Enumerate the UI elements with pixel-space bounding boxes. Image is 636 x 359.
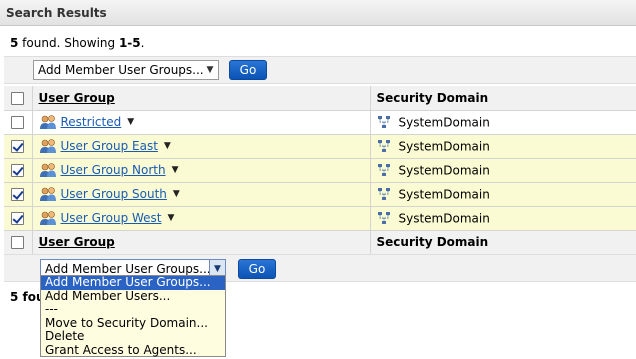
user-group-cell: Restricted ▼ <box>32 110 371 135</box>
user-group-link[interactable]: User Group West <box>61 211 162 225</box>
dropdown-option[interactable]: --- <box>41 302 225 317</box>
table-footer-row: User Group Security Domain <box>4 230 636 255</box>
select-all-checkbox[interactable] <box>11 91 24 105</box>
user-group-column-footer[interactable]: User Group <box>32 230 371 255</box>
user-group-link[interactable]: User Group East <box>61 139 158 153</box>
security-domain-cell: SystemDomain <box>370 182 636 207</box>
user-group-link[interactable]: Restricted <box>61 115 122 129</box>
row-menu-caret-icon[interactable]: ▼ <box>172 165 179 175</box>
row-checkbox[interactable] <box>11 164 24 177</box>
user-group-cell: User Group North ▼ <box>32 158 371 183</box>
bottom-go-button[interactable]: Go <box>238 259 276 279</box>
results-range: 1-5 <box>118 36 141 50</box>
row-select-cell <box>4 206 33 231</box>
bottom-action-select-value: Add Member User Groups... <box>45 262 211 276</box>
security-domain-cell: SystemDomain <box>370 158 636 183</box>
row-checkbox[interactable] <box>11 188 24 201</box>
security-domain-icon <box>377 163 391 177</box>
security-domain-text: SystemDomain <box>398 115 490 130</box>
row-select-cell <box>4 158 33 183</box>
user-group-icon <box>39 186 57 202</box>
row-menu-caret-icon[interactable]: ▼ <box>173 189 180 199</box>
user-group-cell: User Group South ▼ <box>32 182 371 207</box>
security-domain-icon <box>377 211 391 225</box>
table-row: User Group South ▼ SystemDomain <box>4 182 636 207</box>
row-select-cell <box>4 110 33 135</box>
user-group-cell: User Group East ▼ <box>32 134 371 159</box>
select-all-cell-footer <box>4 230 33 255</box>
table-body: Restricted ▼ SystemDomain User Group East ▼ S… <box>4 110 636 231</box>
user-group-icon <box>39 138 57 154</box>
security-domain-icon <box>377 115 391 129</box>
dropdown-option[interactable]: Move to Security Domain... <box>41 316 225 331</box>
row-checkbox[interactable] <box>11 116 24 129</box>
security-domain-text: SystemDomain <box>398 163 490 178</box>
user-group-icon <box>39 114 57 130</box>
security-domain-icon <box>377 139 391 153</box>
dropdown-option[interactable]: Add Member User Groups... <box>41 275 225 290</box>
select-all-checkbox-footer[interactable] <box>11 236 24 249</box>
security-domain-text: SystemDomain <box>398 211 490 226</box>
security-domain-cell: SystemDomain <box>370 134 636 159</box>
row-menu-caret-icon[interactable]: ▼ <box>164 141 171 151</box>
user-group-link[interactable]: User Group South <box>61 187 167 201</box>
security-domain-text: SystemDomain <box>398 139 490 154</box>
table-header-row: User Group Security Domain <box>4 86 636 111</box>
table-row: User Group West ▼ SystemDomain <box>4 206 636 231</box>
user-group-cell: User Group West ▼ <box>32 206 371 231</box>
dropdown-option[interactable]: Delete <box>41 329 225 344</box>
top-go-button[interactable]: Go <box>229 60 267 80</box>
dropdown-option[interactable]: Grant Access to Agents... <box>41 343 225 358</box>
security-domain-icon <box>377 187 391 201</box>
row-checkbox[interactable] <box>11 140 24 153</box>
results-found-text: found. Showing <box>18 36 119 50</box>
user-group-column-header[interactable]: User Group <box>32 86 371 111</box>
results-summary: 5 found. Showing 1-5. <box>10 36 144 50</box>
row-select-cell <box>4 182 33 207</box>
security-domain-cell: SystemDomain <box>370 110 636 135</box>
user-group-link[interactable]: User Group North <box>61 163 166 177</box>
row-menu-caret-icon[interactable]: ▼ <box>168 213 175 223</box>
user-group-icon <box>39 162 57 178</box>
dropdown-option[interactable]: Add Member Users... <box>41 289 225 304</box>
row-checkbox[interactable] <box>11 212 24 225</box>
row-select-cell <box>4 134 33 159</box>
user-group-icon <box>39 210 57 226</box>
select-all-cell <box>4 86 33 111</box>
chevron-down-icon: ▼ <box>206 65 214 75</box>
table-row: Restricted ▼ SystemDomain <box>4 110 636 135</box>
panel-title: Search Results <box>0 0 636 26</box>
security-domain-column-header: Security Domain <box>370 86 636 111</box>
results-table: User Group Security Domain Restricted ▼ Sy… <box>4 86 636 255</box>
row-menu-caret-icon[interactable]: ▼ <box>127 117 134 127</box>
security-domain-text: SystemDomain <box>398 187 490 202</box>
top-action-select-value: Add Member User Groups... <box>38 63 204 77</box>
top-action-bar: Add Member User Groups... ▼ Go <box>4 56 636 84</box>
top-action-select[interactable]: Add Member User Groups... ▼ <box>33 60 219 80</box>
table-row: User Group North ▼ SystemDomain <box>4 158 636 183</box>
action-dropdown-list: Add Member User Groups... Add Member User… <box>40 275 226 357</box>
security-domain-column-footer: Security Domain <box>370 230 636 255</box>
table-row: User Group East ▼ SystemDomain <box>4 134 636 159</box>
security-domain-cell: SystemDomain <box>370 206 636 231</box>
results-period: . <box>140 36 145 50</box>
